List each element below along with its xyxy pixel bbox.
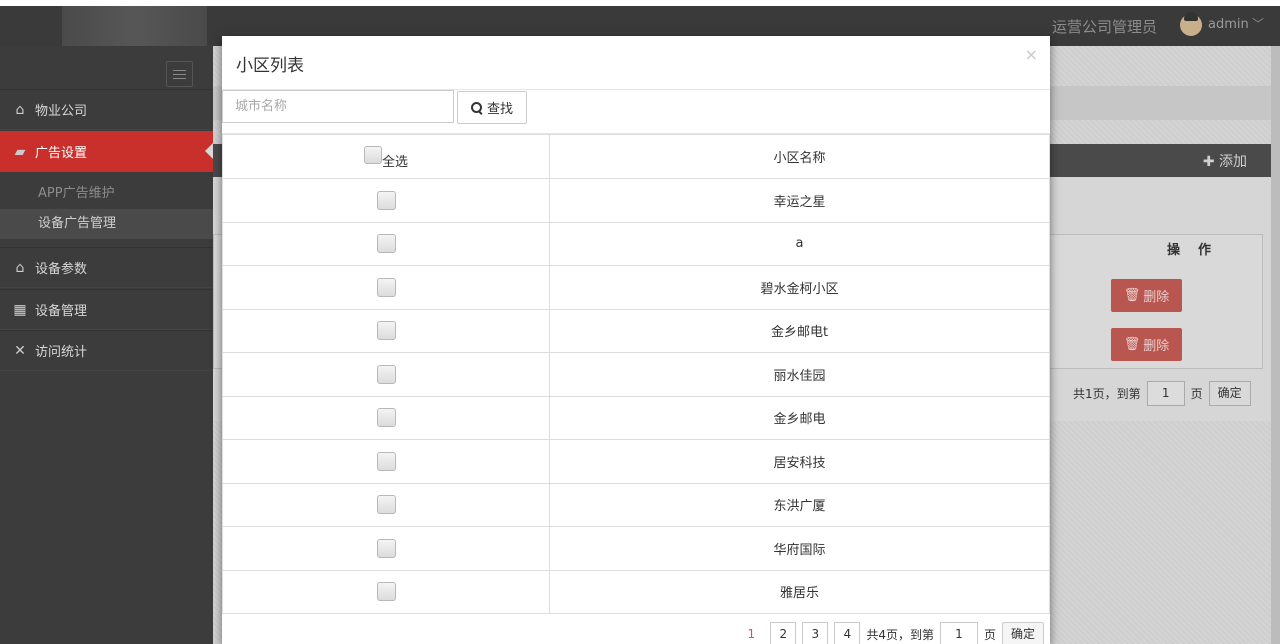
community-name: 华府国际 [549,526,1050,571]
table-row: 金乡邮电 [222,395,1050,440]
name-header: 小区名称 [549,134,1050,179]
device-grid-icon: ▦ [13,301,27,318]
row-checkbox[interactable] [376,190,396,210]
city-search-input[interactable] [222,90,454,123]
table-row: 居安科技 [222,439,1050,484]
table-row: 金乡邮电t [222,308,1050,353]
community-name: 金乡邮电t [549,308,1050,353]
table-row: 碧水金柯小区 [222,265,1050,310]
sidebar: ⌂ 物业公司 ▰ 广告设置 APP广告维护 设备广告管理 ⌂ 设备参数 ▦ 设备… [0,46,213,644]
row-checkbox[interactable] [376,538,396,558]
modal-header: 小区列表 × [222,36,1050,90]
avatar-icon[interactable] [1180,12,1202,36]
operation-header: 操作 [1166,243,1229,258]
sidebar-subitem-app-ad[interactable]: APP广告维护 [0,179,213,209]
sidebar-item-property-company[interactable]: ⌂ 物业公司 [0,89,213,130]
trash-icon: 🗑 [1123,288,1141,303]
sidebar-item-visit-stats[interactable]: ✕ 访问统计 [0,330,213,371]
community-list-modal: 小区列表 × 查找 全选 小区名称 幸运之星 a 碧水金柯小区 [222,36,1050,644]
sidebar-toggle-button[interactable] [166,61,193,87]
home-icon: ⌂ [15,101,25,118]
community-name: 金乡邮电 [549,395,1050,440]
row-checkbox[interactable] [376,495,396,515]
community-table: 全选 小区名称 幸运之星 a 碧水金柯小区 金乡邮电t 丽水佳园 金乡邮电 居安… [222,134,1050,614]
search-icon [470,101,483,114]
sidebar-item-label: 广告设置 [35,146,88,161]
page-jump-input[interactable]: 1 [939,622,978,644]
table-row: 华府国际 [222,526,1050,571]
page-link-4[interactable]: 4 [834,622,861,644]
table-row: 丽水佳园 [222,352,1050,397]
sidebar-item-label: 访问统计 [35,345,88,360]
community-name: 碧水金柯小区 [549,265,1050,310]
sidebar-subitem-device-ad[interactable]: 设备广告管理 [0,209,213,239]
page-unit-label: 页 [983,627,996,642]
modal-title: 小区列表 [236,56,304,76]
page-link-3[interactable]: 3 [802,622,829,644]
row-checkbox[interactable] [376,582,396,602]
row-checkbox[interactable] [376,408,396,428]
search-bar: 查找 [222,90,1050,134]
community-name: a [549,221,1050,266]
table-row: a [222,221,1050,266]
background-pager: 共1页，到第 1 页 确定 [1073,380,1251,406]
close-x-icon: ✕ [14,342,26,359]
sidebar-item-device-params[interactable]: ⌂ 设备参数 [0,247,213,288]
add-button[interactable]: ✚ 添加 [1203,151,1247,171]
sidebar-item-label: 设备参数 [35,262,88,277]
scrollbar[interactable] [1271,46,1280,644]
search-button[interactable]: 查找 [457,91,527,124]
table-row: 东洪广厦 [222,482,1050,527]
community-name: 丽水佳园 [549,352,1050,397]
select-all-label: 全选 [381,155,408,170]
trash-icon: 🗑 [1123,337,1141,352]
ad-icon: ▰ [14,143,26,160]
page-link-2[interactable]: 2 [770,622,797,644]
page-link-1[interactable]: 1 [738,622,765,644]
close-icon[interactable]: × [1025,45,1038,64]
table-row: 幸运之星 [222,178,1050,223]
community-name: 居安科技 [549,439,1050,484]
community-name: 雅居乐 [549,569,1050,614]
modal-pager: 1 2 3 4 共4页，到第 1 页 确定 [222,622,1050,644]
logo [62,6,207,46]
row-checkbox[interactable] [376,234,396,254]
home-icon: ⌂ [15,259,25,276]
delete-button[interactable]: 🗑 删除 [1111,279,1182,312]
page-confirm-button[interactable]: 确定 [1001,622,1044,644]
community-name: 幸运之星 [549,178,1050,223]
row-checkbox[interactable] [376,277,396,297]
user-name[interactable]: admin [1208,17,1249,32]
sidebar-item-device-management[interactable]: ▦ 设备管理 [0,289,213,330]
table-row: 雅居乐 [222,569,1050,614]
row-checkbox[interactable] [376,321,396,341]
user-role: 运营公司管理员 [1052,18,1158,36]
page-jump-input[interactable]: 1 [1146,380,1185,406]
sidebar-item-label: 设备管理 [35,304,88,319]
row-checkbox[interactable] [376,451,396,471]
delete-button[interactable]: 🗑 删除 [1111,328,1182,361]
select-all-checkbox[interactable] [363,146,382,164]
select-all-header: 全选 [222,134,550,179]
page-confirm-button[interactable]: 确定 [1208,380,1251,406]
chevron-down-icon[interactable]: ﹀ [1252,15,1264,32]
community-name: 东洪广厦 [549,482,1050,527]
page-total-label: 共4页，到第 [866,627,934,642]
sidebar-item-label: 物业公司 [35,104,88,119]
row-checkbox[interactable] [376,364,396,384]
sidebar-item-ad-settings[interactable]: ▰ 广告设置 [0,131,213,172]
